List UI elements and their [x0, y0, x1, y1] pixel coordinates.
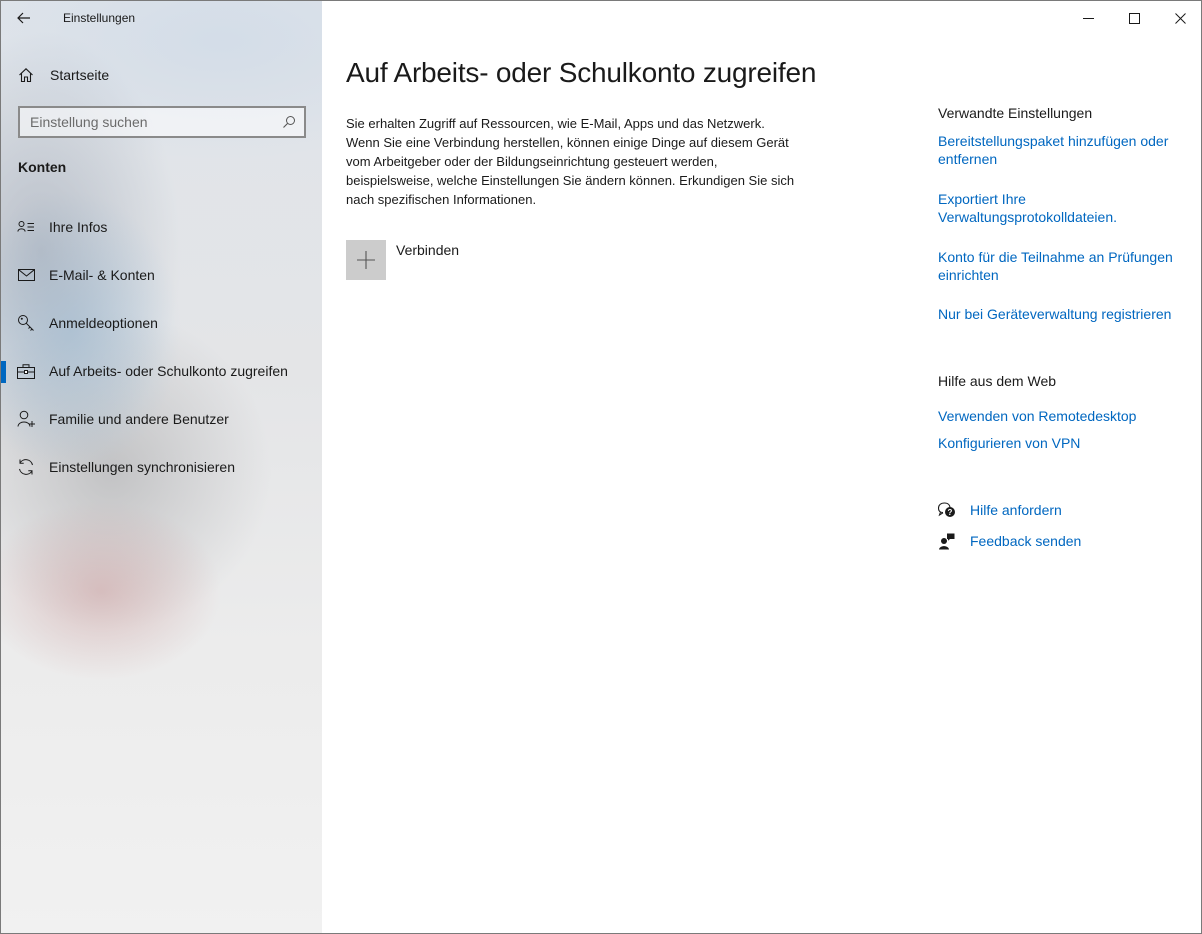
search-box[interactable]	[18, 106, 306, 138]
svg-text:?: ?	[948, 508, 953, 517]
sidebar-item-label: Einstellungen synchronisieren	[49, 459, 235, 475]
get-help-row[interactable]: ? Hilfe anfordern	[938, 501, 1062, 519]
contact-card-icon	[17, 218, 35, 236]
back-arrow-icon	[17, 12, 30, 24]
search-input[interactable]	[30, 114, 270, 130]
get-help-link[interactable]: Hilfe anfordern	[970, 502, 1062, 518]
sync-icon	[17, 458, 35, 476]
nav-home[interactable]: Startseite	[1, 58, 322, 92]
window-controls	[1065, 1, 1201, 35]
sidebar-item-email-konten[interactable]: E-Mail- & Konten	[1, 251, 322, 299]
settings-window: Einstellungen Startseite Konten	[0, 0, 1202, 934]
sidebar-item-label: E-Mail- & Konten	[49, 267, 155, 283]
maximize-button[interactable]	[1111, 1, 1157, 35]
main-content: Auf Arbeits- oder Schulkonto zugreifen S…	[322, 1, 1201, 933]
sidebar-item-ihre-infos[interactable]: Ihre Infos	[1, 203, 322, 251]
nav-home-label: Startseite	[50, 67, 110, 83]
web-help-heading: Hilfe aus dem Web	[938, 373, 1057, 389]
close-icon	[1174, 12, 1186, 24]
sidebar-item-sync[interactable]: Einstellungen synchronisieren	[1, 443, 322, 491]
sidebar: Einstellungen Startseite Konten	[1, 1, 322, 933]
sidebar-item-label: Anmeldeoptionen	[49, 315, 158, 331]
related-heading: Verwandte Einstellungen	[938, 105, 1093, 121]
feedback-icon	[938, 532, 956, 550]
link-export-logs[interactable]: Exportiert Ihre Verwaltungsprotokolldate…	[938, 190, 1183, 226]
page-description: Sie erhalten Zugriff auf Ressourcen, wie…	[346, 116, 795, 207]
sidebar-item-label: Ihre Infos	[49, 219, 108, 235]
plus-icon	[357, 251, 375, 269]
link-exam-account[interactable]: Konto für die Teilnahme an Prüfungen ein…	[938, 248, 1183, 284]
mail-icon	[17, 266, 35, 284]
minimize-button[interactable]	[1065, 1, 1111, 35]
nav-list: Ihre Infos E-Mail- & Konten Anmeldeoptio…	[1, 203, 322, 491]
sidebar-item-arbeitskonto[interactable]: Auf Arbeits- oder Schulkonto zugreifen	[1, 347, 322, 395]
link-provisioning-package[interactable]: Bereitstellungspaket hinzufügen oder ent…	[938, 132, 1183, 168]
home-icon	[19, 68, 33, 83]
close-button[interactable]	[1157, 1, 1201, 35]
app-title: Einstellungen	[63, 11, 136, 25]
key-icon	[17, 314, 35, 332]
link-remote-desktop[interactable]: Verwenden von Remotedesktop	[938, 407, 1183, 425]
minimize-icon	[1082, 17, 1094, 19]
feedback-row[interactable]: Feedback senden	[938, 532, 1081, 550]
feedback-link[interactable]: Feedback senden	[970, 533, 1081, 549]
sidebar-item-label: Familie und andere Benutzer	[49, 411, 229, 427]
section-title: Konten	[18, 159, 67, 175]
link-device-management[interactable]: Nur bei Geräteverwaltung registrieren	[938, 305, 1188, 323]
add-person-icon	[17, 410, 35, 428]
sidebar-item-familie[interactable]: Familie und andere Benutzer	[1, 395, 322, 443]
connect-button[interactable]: Verbinden	[346, 240, 459, 280]
search-icon[interactable]	[282, 115, 296, 129]
maximize-icon	[1128, 12, 1140, 24]
sidebar-item-label: Auf Arbeits- oder Schulkonto zugreifen	[49, 363, 288, 379]
back-button[interactable]	[1, 1, 47, 35]
title-bar: Einstellungen	[1, 1, 322, 35]
sidebar-item-anmeldeoptionen[interactable]: Anmeldeoptionen	[1, 299, 322, 347]
briefcase-icon	[17, 362, 35, 380]
link-vpn[interactable]: Konfigurieren von VPN	[938, 434, 1183, 452]
page-title: Auf Arbeits- oder Schulkonto zugreifen	[346, 57, 817, 88]
chat-help-icon: ?	[938, 501, 956, 519]
connect-label: Verbinden	[396, 242, 460, 258]
connect-tile	[346, 240, 386, 280]
